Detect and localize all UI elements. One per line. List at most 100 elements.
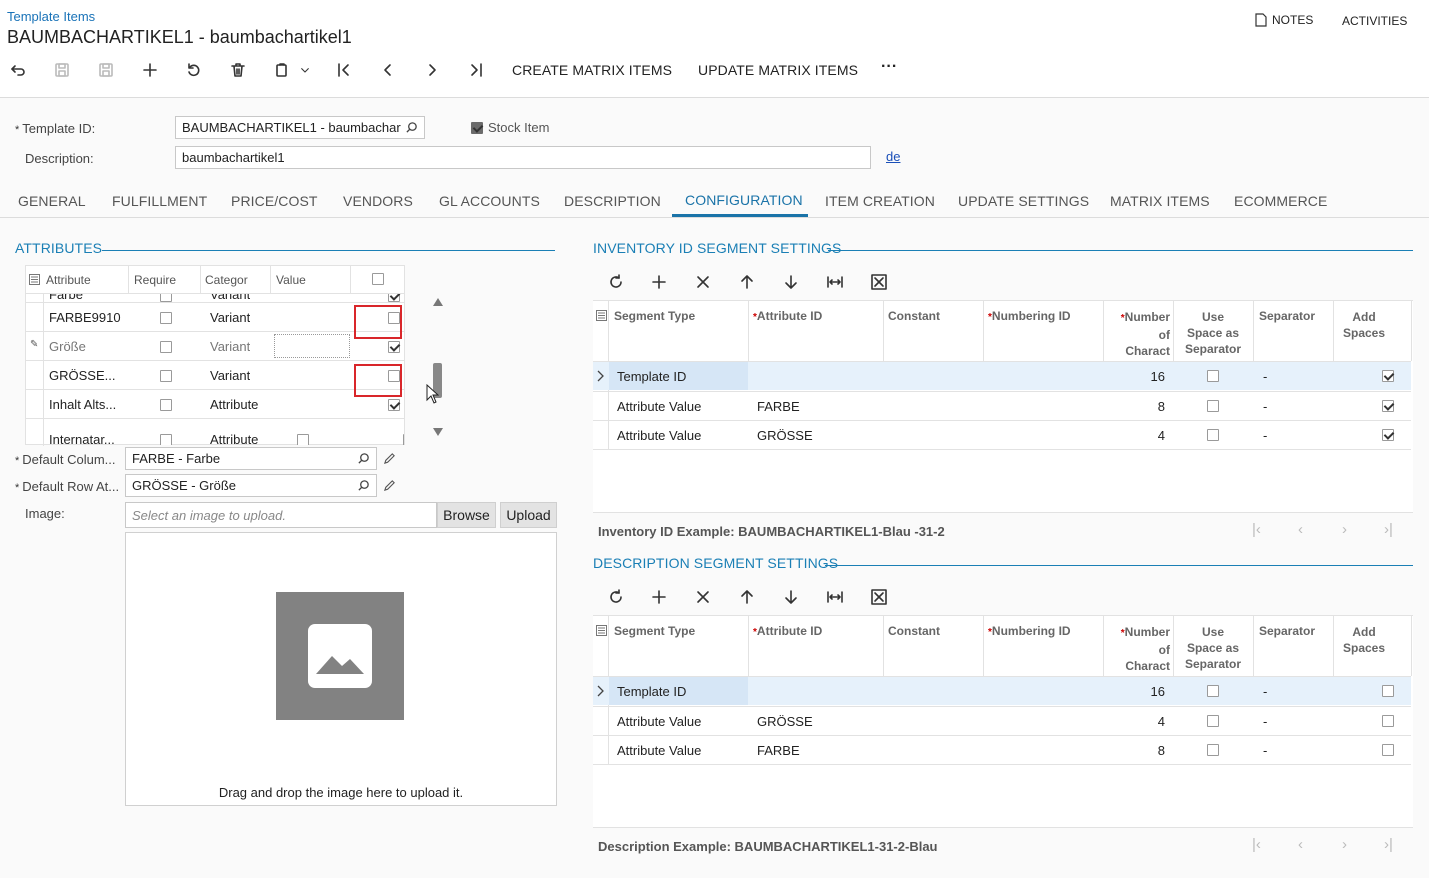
language-link[interactable]: de bbox=[886, 149, 900, 164]
add-icon[interactable] bbox=[140, 60, 160, 80]
col-separator[interactable]: Separator bbox=[1259, 309, 1315, 323]
col-numbering-id[interactable]: *Numbering ID bbox=[988, 309, 1071, 323]
use-space-checkbox[interactable] bbox=[1207, 429, 1219, 441]
use-space-checkbox[interactable] bbox=[1207, 715, 1219, 727]
col-attribute-id[interactable]: *Attribute ID bbox=[753, 624, 822, 638]
default-row-field[interactable]: GRÖSSE - Größe bbox=[125, 474, 377, 497]
table-row[interactable]: Farbe Variant bbox=[26, 294, 404, 302]
attributes-col-attribute[interactable]: Attribute bbox=[46, 273, 91, 287]
active-checkbox[interactable] bbox=[387, 399, 400, 411]
delete-icon[interactable] bbox=[228, 60, 248, 80]
more-menu-button[interactable]: ··· bbox=[881, 58, 897, 76]
value-checkbox[interactable] bbox=[296, 434, 309, 445]
notes-button[interactable]: NOTES bbox=[1255, 13, 1313, 27]
previous-page-icon[interactable]: ‹ bbox=[1298, 521, 1303, 538]
edit-pencil-icon[interactable] bbox=[383, 479, 396, 492]
add-spaces-checkbox[interactable] bbox=[1381, 370, 1394, 382]
fit-columns-icon[interactable] bbox=[825, 587, 845, 607]
stock-item-check[interactable] bbox=[471, 121, 483, 134]
delete-row-icon[interactable] bbox=[693, 272, 713, 292]
add-spaces-checkbox[interactable] bbox=[1381, 400, 1394, 412]
value-editor[interactable] bbox=[274, 334, 350, 358]
copy-paste-icon[interactable] bbox=[272, 60, 292, 80]
row-expand-icon[interactable] bbox=[596, 685, 604, 697]
search-icon[interactable] bbox=[357, 479, 370, 492]
attributes-scrollbar[interactable] bbox=[432, 298, 444, 440]
col-use-space-as-separator[interactable]: Use Space as Separator bbox=[1173, 624, 1253, 672]
default-column-field[interactable]: FARBE - Farbe bbox=[125, 447, 377, 470]
col-use-space-as-separator[interactable]: Use Space as Separator bbox=[1173, 309, 1253, 357]
table-row[interactable]: Attribute Value GRÖSSE 4 - bbox=[593, 707, 1411, 735]
col-segment-type[interactable]: Segment Type bbox=[614, 309, 695, 323]
table-row[interactable]: Inhalt Alts... Attribute bbox=[26, 390, 404, 418]
browse-button[interactable]: Browse bbox=[437, 502, 496, 528]
move-up-icon[interactable] bbox=[737, 272, 757, 292]
move-down-icon[interactable] bbox=[781, 587, 801, 607]
scroll-down-icon[interactable] bbox=[433, 428, 443, 436]
col-attribute-id[interactable]: *Attribute ID bbox=[753, 309, 822, 323]
last-record-icon[interactable] bbox=[466, 60, 486, 80]
use-space-checkbox[interactable] bbox=[1207, 370, 1219, 382]
table-row[interactable]: Template ID 16 - bbox=[593, 677, 1411, 705]
tab-matrix-items[interactable]: MATRIX ITEMS bbox=[1110, 193, 1210, 209]
use-space-checkbox[interactable] bbox=[1207, 744, 1219, 756]
previous-page-icon[interactable]: ‹ bbox=[1298, 836, 1303, 853]
tab-description[interactable]: DESCRIPTION bbox=[564, 193, 661, 209]
save-close-icon[interactable] bbox=[52, 60, 72, 80]
row-expand-icon[interactable] bbox=[596, 370, 604, 382]
col-segment-type[interactable]: Segment Type bbox=[614, 624, 695, 638]
last-page-icon[interactable]: ›| bbox=[1384, 836, 1393, 853]
next-page-icon[interactable]: › bbox=[1342, 521, 1347, 538]
table-row[interactable]: Template ID 16 - bbox=[593, 362, 1411, 390]
use-space-checkbox[interactable] bbox=[1207, 400, 1219, 412]
first-page-icon[interactable]: |‹ bbox=[1252, 836, 1261, 853]
col-add-spaces[interactable]: Add Spaces bbox=[1333, 309, 1395, 341]
next-record-icon[interactable] bbox=[422, 60, 442, 80]
export-excel-icon[interactable] bbox=[869, 587, 889, 607]
active-checkbox[interactable] bbox=[403, 434, 404, 445]
tab-update-settings[interactable]: UPDATE SETTINGS bbox=[958, 193, 1089, 209]
last-page-icon[interactable]: ›| bbox=[1384, 521, 1393, 538]
stock-item-checkbox[interactable]: Stock Item bbox=[471, 120, 549, 135]
edit-pencil-icon[interactable] bbox=[383, 452, 396, 465]
refresh-icon[interactable] bbox=[606, 587, 626, 607]
required-checkbox[interactable] bbox=[160, 370, 172, 382]
table-row[interactable]: Attribute Value FARBE 8 - bbox=[593, 392, 1411, 420]
image-file-input[interactable]: Select an image to upload. bbox=[125, 502, 437, 528]
add-spaces-checkbox[interactable] bbox=[1381, 715, 1394, 727]
tab-price-cost[interactable]: PRICE/COST bbox=[231, 193, 318, 209]
save-icon[interactable] bbox=[96, 60, 116, 80]
attributes-col-value[interactable]: Value bbox=[276, 273, 306, 287]
active-checkbox[interactable] bbox=[387, 294, 400, 302]
upload-button[interactable]: Upload bbox=[500, 502, 557, 528]
add-spaces-checkbox[interactable] bbox=[1381, 685, 1394, 697]
required-checkbox[interactable] bbox=[160, 434, 172, 445]
description-field[interactable]: baumbachartikel1 bbox=[175, 146, 871, 169]
move-up-icon[interactable] bbox=[737, 587, 757, 607]
col-separator[interactable]: Separator bbox=[1259, 624, 1315, 638]
table-row[interactable]: FARBE9910 Variant bbox=[26, 303, 404, 331]
cancel-icon[interactable] bbox=[184, 60, 204, 80]
search-icon[interactable] bbox=[357, 452, 370, 465]
refresh-icon[interactable] bbox=[606, 272, 626, 292]
add-spaces-checkbox[interactable] bbox=[1381, 744, 1394, 756]
tab-fulfillment[interactable]: FULFILLMENT bbox=[112, 193, 207, 209]
tab-ecommerce[interactable]: ECOMMERCE bbox=[1234, 193, 1327, 209]
image-drop-zone[interactable]: Drag and drop the image here to upload i… bbox=[125, 532, 557, 806]
add-row-icon[interactable] bbox=[649, 272, 669, 292]
add-spaces-checkbox[interactable] bbox=[1381, 429, 1394, 441]
export-excel-icon[interactable] bbox=[869, 272, 889, 292]
first-page-icon[interactable]: |‹ bbox=[1252, 521, 1261, 538]
col-constant[interactable]: Constant bbox=[888, 309, 940, 323]
template-id-field[interactable]: BAUMBACHARTIKEL1 - baumbachar bbox=[175, 116, 425, 139]
col-numbering-id[interactable]: *Numbering ID bbox=[988, 624, 1071, 638]
create-matrix-items-button[interactable]: CREATE MATRIX ITEMS bbox=[512, 62, 672, 78]
col-number-of-chars[interactable]: *Number of Charact bbox=[1104, 624, 1170, 674]
first-record-icon[interactable] bbox=[334, 60, 354, 80]
use-space-checkbox[interactable] bbox=[1207, 685, 1219, 697]
column-config-icon[interactable] bbox=[596, 310, 607, 321]
required-checkbox[interactable] bbox=[160, 399, 172, 411]
activities-button[interactable]: ACTIVITIES bbox=[1342, 14, 1407, 28]
tab-item-creation[interactable]: ITEM CREATION bbox=[825, 193, 935, 209]
table-row[interactable]: ✎ Größe Variant bbox=[26, 332, 404, 360]
